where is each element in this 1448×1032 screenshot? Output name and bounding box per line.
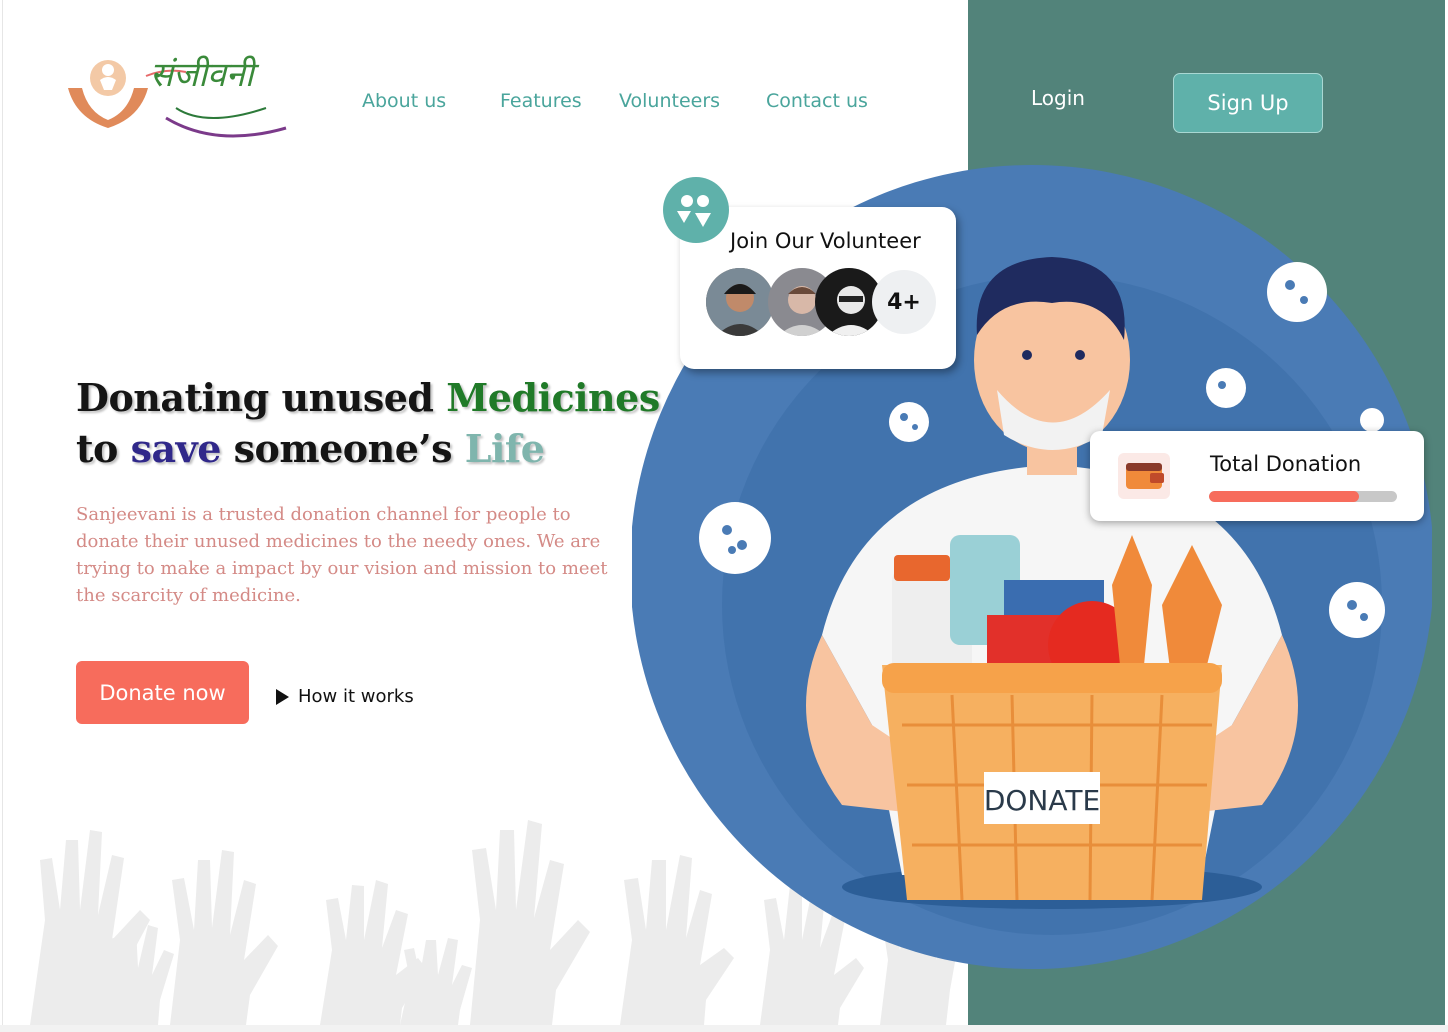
hero-description: Sanjeevani is a trusted donation channel… — [76, 504, 608, 606]
volunteer-people-icon — [663, 177, 729, 243]
basket-label: DONATE — [984, 784, 1100, 817]
donation-progress-bar — [1209, 491, 1397, 502]
headline-save: save — [130, 426, 222, 471]
total-donation-title: Total Donation — [1210, 452, 1362, 476]
donate-now-button[interactable]: Donate now — [76, 661, 249, 724]
signup-button[interactable]: Sign Up — [1173, 73, 1323, 133]
headline-part: someone’s — [220, 426, 465, 471]
volunteer-card-title: Join Our Volunteer — [730, 229, 921, 253]
headline-part: to — [76, 426, 131, 471]
frame-bottom — [0, 1025, 1448, 1032]
landing-page: संजीवनी About us Features Volunteers Con… — [0, 0, 1448, 1032]
logo-wordmark[interactable]: संजीवनी — [150, 50, 254, 96]
headline-life: Life — [464, 426, 545, 471]
more-volunteers-badge[interactable]: 4+ — [872, 270, 936, 334]
how-it-works-label: How it works — [298, 686, 414, 707]
nav-features[interactable]: Features — [500, 90, 582, 112]
play-icon — [276, 688, 289, 705]
nav-volunteers[interactable]: Volunteers — [619, 90, 720, 112]
headline-part: Donating unused — [76, 375, 447, 420]
nav-contact-us[interactable]: Contact us — [766, 90, 868, 112]
hero-headline: Donating unused Medicines to save someon… — [76, 372, 660, 474]
how-it-works-link[interactable]: How it works — [276, 686, 414, 707]
wallet-icon — [1118, 453, 1170, 499]
donation-progress-fill — [1209, 491, 1360, 502]
login-link[interactable]: Login — [1031, 86, 1085, 110]
nav-about-us[interactable]: About us — [362, 90, 446, 112]
volunteer-avatar — [706, 268, 774, 336]
headline-medicines: Medicines — [446, 375, 660, 420]
